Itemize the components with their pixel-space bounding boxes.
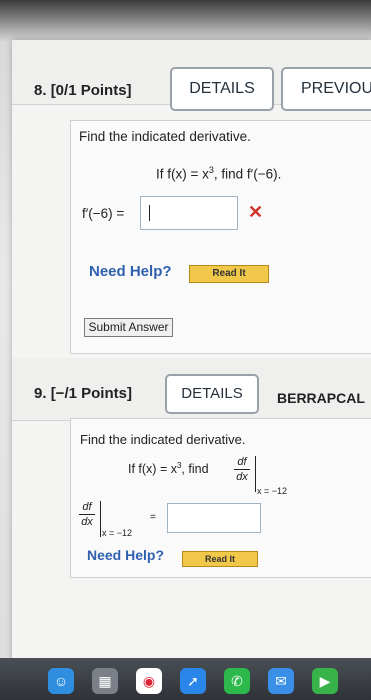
question-9-number: 9. [−/1 Points] bbox=[34, 385, 132, 402]
question-8-submit-button[interactable]: Submit Answer bbox=[84, 318, 173, 337]
answer-evaluation-bar bbox=[100, 501, 101, 537]
question-8-instruction: Find the indicated derivative. bbox=[79, 129, 251, 144]
launchpad-icon[interactable]: ▦ bbox=[92, 668, 118, 694]
question-9-details-button[interactable]: DETAILS bbox=[165, 374, 259, 414]
question-8-need-help: Need Help? bbox=[89, 263, 172, 280]
dock: ☺ ▦ ◉ ➚ ✆ ✉ ▶ bbox=[0, 658, 371, 700]
facetime-icon[interactable]: ▶ bbox=[312, 668, 338, 694]
question-9-need-help: Need Help? bbox=[87, 547, 165, 563]
question-9-read-it-button[interactable]: Read It bbox=[182, 551, 258, 567]
mail-icon[interactable]: ✉ bbox=[268, 668, 294, 694]
assignment-page: 8. [0/1 Points] DETAILS PREVIOU Find the… bbox=[12, 40, 371, 660]
question-8-read-it-button[interactable]: Read It bbox=[189, 265, 269, 283]
text-cursor bbox=[149, 205, 150, 221]
question-9-source-label: BERRAPCAL bbox=[277, 390, 365, 406]
answer-eval-point: x = −12 bbox=[102, 528, 133, 538]
question-9-problem: If f(x) = x3, find bbox=[128, 461, 209, 477]
evaluation-bar bbox=[255, 456, 256, 492]
messages-icon[interactable]: ✆ bbox=[224, 668, 250, 694]
question-8-number: 8. [0/1 Points] bbox=[34, 82, 132, 99]
question-8-details-button[interactable]: DETAILS bbox=[170, 67, 274, 111]
question-8-previous-button[interactable]: PREVIOU bbox=[281, 67, 371, 111]
problem-derivative-fraction: df dx bbox=[234, 456, 250, 483]
question-8-problem: If f(x) = x3, find f′(−6). bbox=[156, 165, 282, 182]
question-8-answer-input[interactable] bbox=[140, 196, 238, 230]
answer-derivative-fraction: df dx bbox=[79, 501, 95, 528]
safari-icon[interactable]: ➚ bbox=[180, 668, 206, 694]
question-8-points: [0/1 Points] bbox=[50, 82, 132, 99]
chrome-icon[interactable]: ◉ bbox=[136, 668, 162, 694]
question-9-instruction: Find the indicated derivative. bbox=[80, 432, 246, 447]
equals-sign: = bbox=[150, 512, 156, 523]
finder-icon[interactable]: ☺ bbox=[48, 668, 74, 694]
question-9-answer-input[interactable] bbox=[167, 503, 261, 533]
incorrect-x-icon: ✕ bbox=[248, 202, 264, 222]
question-9-points: [−/1 Points] bbox=[50, 385, 132, 402]
problem-eval-point: x = −12 bbox=[257, 486, 288, 496]
question-8-answer-label: f′(−6) = bbox=[82, 206, 125, 221]
